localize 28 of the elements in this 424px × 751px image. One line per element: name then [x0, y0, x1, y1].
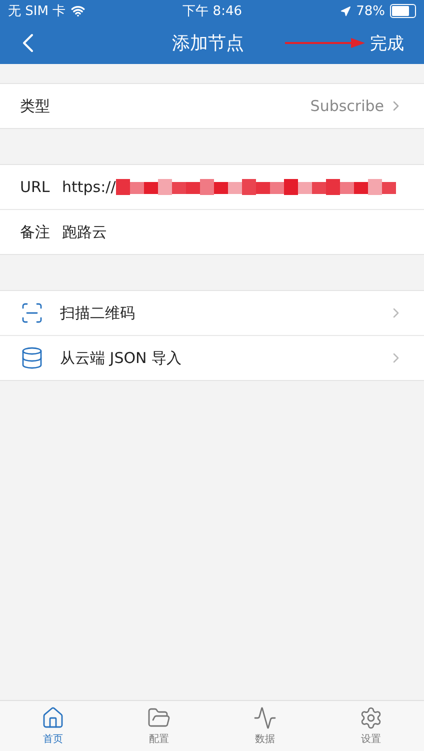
action-label: 扫描二维码 [60, 304, 135, 322]
tab-item[interactable]: 首页 [0, 701, 106, 751]
pulse-icon [253, 706, 277, 730]
field-value[interactable]: https:// [62, 178, 116, 196]
battery-icon [390, 4, 416, 18]
tab-item[interactable]: 数据 [212, 701, 318, 751]
tab-item[interactable]: 配置 [106, 701, 212, 751]
type-label: 类型 [20, 96, 50, 116]
page-title: 添加节点 [172, 32, 244, 55]
carrier-text: 无 SIM 卡 [8, 3, 66, 20]
database-icon [20, 346, 44, 370]
field-value[interactable]: 跑路云 [62, 222, 107, 242]
status-time: 下午 8:46 [182, 3, 242, 20]
tab-item[interactable]: 设置 [318, 701, 424, 751]
home-icon [41, 706, 65, 730]
action-row[interactable]: 扫描二维码 [0, 291, 424, 336]
action-label: 从云端 JSON 导入 [60, 348, 182, 368]
type-value: Subscribe [310, 97, 384, 115]
field-label: 备注 [20, 222, 50, 242]
action-row[interactable]: 从云端 JSON 导入 [0, 336, 424, 380]
settings-icon [359, 706, 383, 730]
field-label: URL [20, 178, 50, 196]
scan-icon [20, 301, 44, 325]
type-row[interactable]: 类型 Subscribe [0, 84, 424, 128]
wifi-icon [70, 4, 85, 18]
battery-percent: 78% [356, 4, 385, 18]
done-button[interactable]: 完成 [370, 32, 404, 54]
location-icon [340, 6, 352, 16]
